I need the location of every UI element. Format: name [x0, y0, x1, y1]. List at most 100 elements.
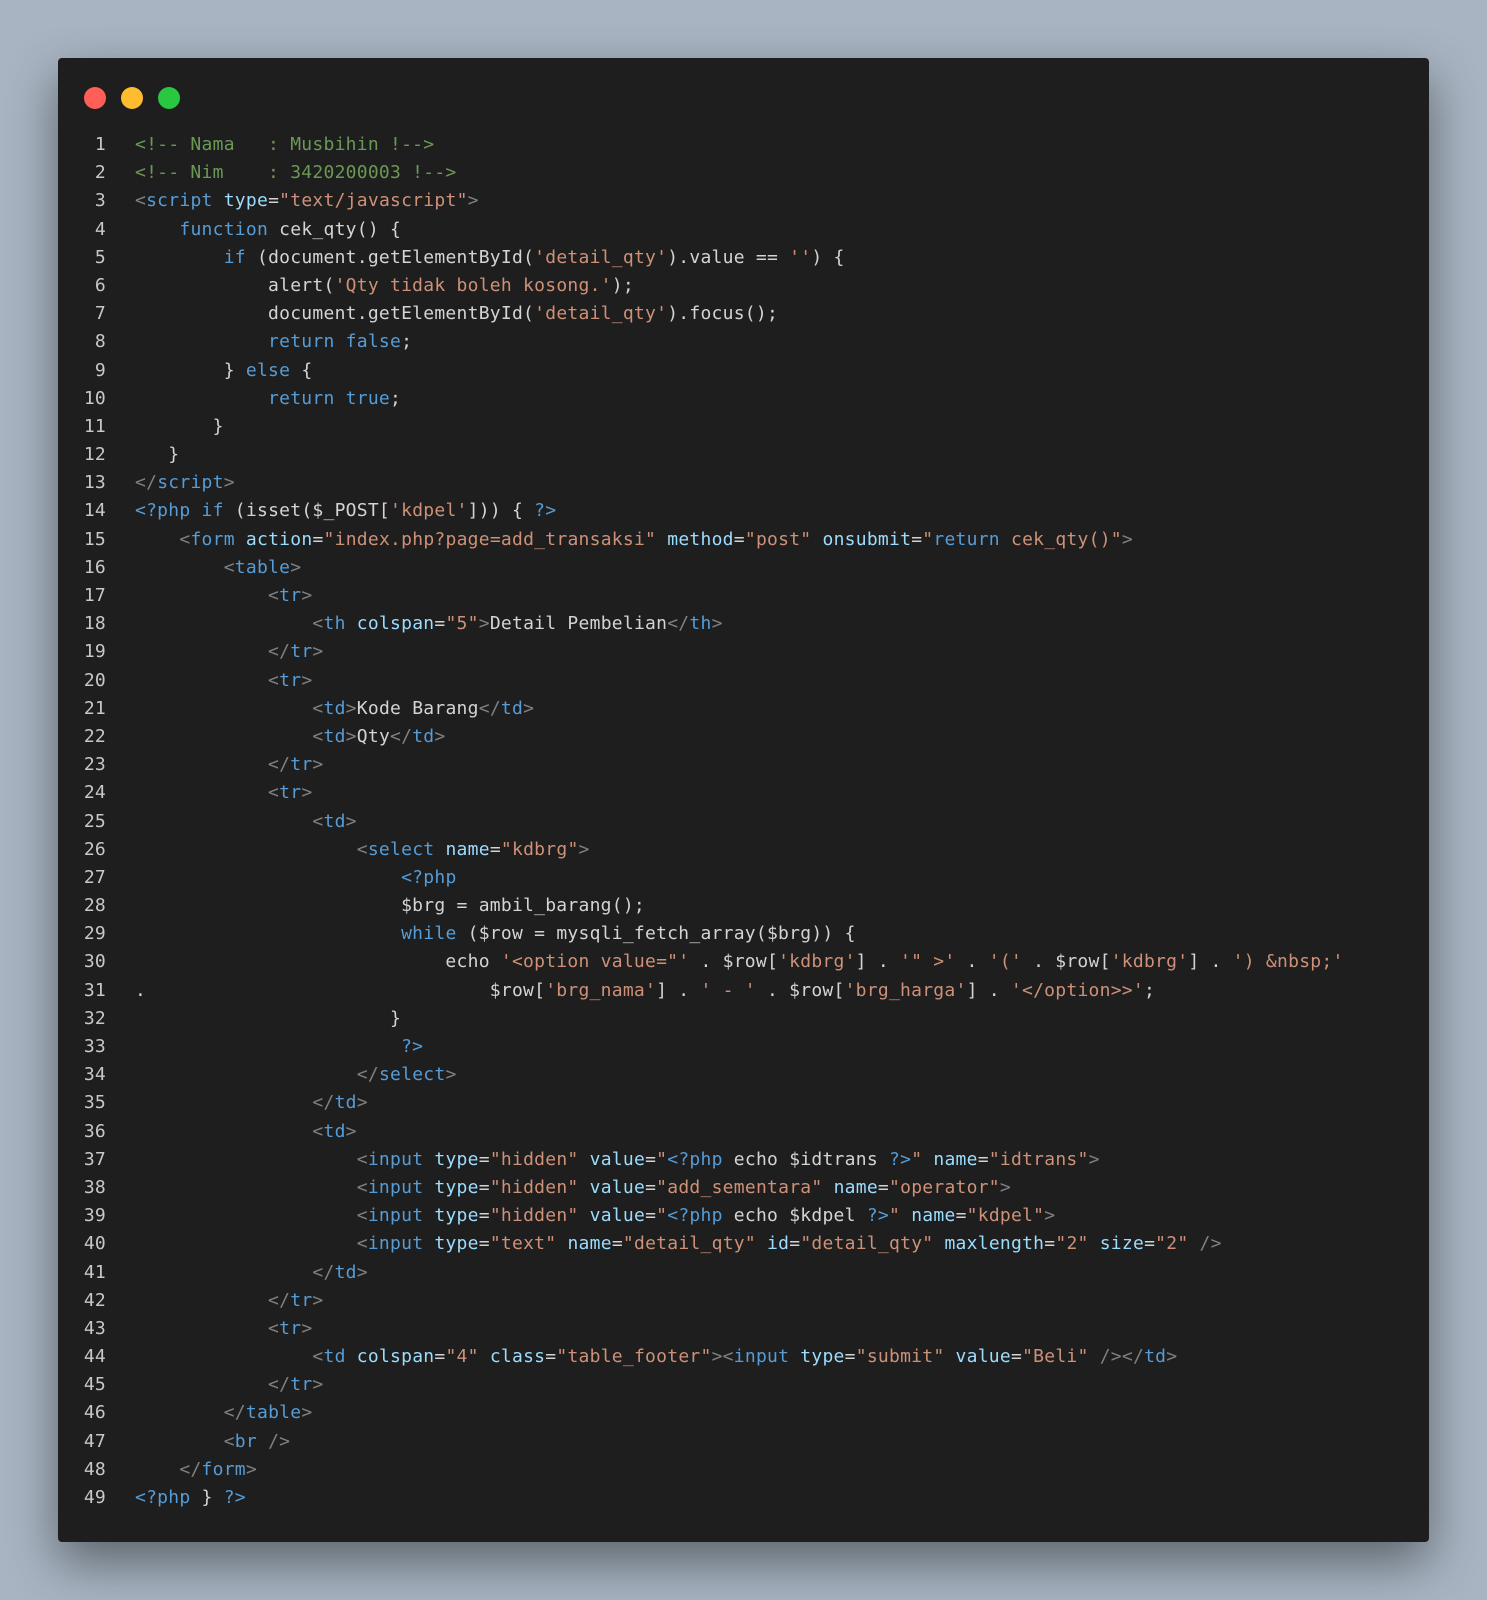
code-token: ;: [1143, 979, 1156, 1001]
line-number: 11: [83, 415, 106, 437]
code-token: =: [645, 1176, 657, 1198]
code-line: 33 ?>: [58, 1033, 1429, 1061]
code-token: return: [268, 331, 335, 353]
line-number: 16: [83, 556, 106, 578]
code-text: . $row['brg_nama'] . ' - ' . $row['brg_h…: [135, 977, 1155, 1005]
code-token: =: [911, 528, 923, 550]
code-token: ><: [711, 1346, 734, 1368]
code-token: <: [356, 1233, 368, 1255]
code-token: >: [312, 754, 324, 776]
code-text: <input type="hidden" value="<?php echo $…: [135, 1146, 1100, 1174]
code-token: "Beli": [1022, 1346, 1089, 1368]
line-number: 19: [83, 641, 106, 663]
code-token: tr: [290, 754, 313, 776]
code-token: </: [135, 472, 158, 494]
code-token: =: [478, 1233, 490, 1255]
code-token: ($row = mysqli_fetch_array($brg)) {: [456, 923, 856, 945]
code-token: <: [312, 1346, 324, 1368]
code-token: else: [245, 359, 291, 381]
code-text: <td>Qty</td>: [135, 723, 446, 751]
code-token: th: [689, 613, 712, 635]
code-text: </tr>: [135, 638, 324, 666]
line-number: 40: [83, 1233, 106, 1255]
code-text: <input type="text" name="detail_qty" id=…: [135, 1230, 1222, 1258]
maximize-dot-icon[interactable]: [158, 87, 180, 109]
code-token: "kdpel": [966, 1205, 1045, 1227]
minimize-dot-icon[interactable]: [121, 87, 143, 109]
code-token: ).value ==: [667, 246, 790, 268]
line-number: 2: [94, 162, 106, 184]
code-token: >: [1088, 1148, 1100, 1170]
code-text: while ($row = mysqli_fetch_array($brg)) …: [135, 920, 856, 948]
code-line: 19 </tr>: [58, 638, 1429, 666]
code-token: input: [367, 1205, 424, 1227]
code-token: 'kdpel': [390, 500, 468, 522]
code-text: <?php } ?>: [135, 1484, 246, 1512]
line-number: 12: [83, 444, 106, 466]
code-line: 17 <tr>: [58, 582, 1429, 610]
code-line: 32 }: [58, 1005, 1429, 1033]
line-number: 3: [94, 190, 106, 212]
code-token: "table_footer": [556, 1346, 712, 1368]
code-token: "post": [744, 528, 812, 550]
code-text: </tr>: [135, 751, 324, 779]
code-text: <tr>: [135, 582, 312, 610]
code-token: form: [201, 1458, 246, 1480]
code-line: 27 <?php: [58, 864, 1429, 892]
code-token: "submit": [855, 1346, 945, 1368]
line-number: 42: [83, 1289, 106, 1311]
code-token: td: [1144, 1346, 1167, 1368]
code-token: '</option>>': [1010, 979, 1144, 1001]
code-token: onsubmit: [822, 528, 912, 550]
code-line: 47 <br />: [58, 1428, 1429, 1456]
code-token: <: [179, 528, 191, 550]
code-token: tr: [279, 585, 302, 606]
code-token: value: [589, 1176, 646, 1198]
code-token: ) {: [811, 246, 845, 268]
code-text: </td>: [135, 1089, 368, 1117]
code-token: =: [955, 1205, 967, 1227]
line-number: 43: [83, 1317, 106, 1339]
code-token: 'kdbrg': [1110, 951, 1189, 973]
code-token: =: [478, 1176, 490, 1198]
code-token: "4": [445, 1346, 479, 1368]
code-token: =: [268, 190, 280, 212]
code-token: tr: [279, 1317, 302, 1339]
code-token: ' - ': [700, 979, 756, 1001]
code-token: while: [401, 923, 457, 945]
code-text: <table>: [135, 554, 301, 582]
code-text: if (document.getElementById('detail_qty'…: [135, 244, 845, 272]
code-token: type: [223, 190, 269, 212]
line-number: 21: [83, 697, 106, 719]
code-token: action: [245, 528, 313, 550]
code-token: name: [833, 1176, 878, 1198]
code-line: 22 <td>Qty</td>: [58, 723, 1429, 751]
line-number: 30: [83, 951, 106, 973]
code-token: >: [1166, 1346, 1178, 1368]
line-number: 29: [83, 923, 106, 945]
code-line: 2 <!-- Nim : 3420200003 !-->: [58, 159, 1429, 187]
code-token: <?php: [667, 1205, 723, 1227]
close-dot-icon[interactable]: [84, 87, 106, 109]
code-token: alert(: [135, 274, 335, 296]
line-number: 26: [83, 838, 106, 860]
code-token: />: [1199, 1233, 1222, 1255]
code-text: alert('Qty tidak boleh kosong.');: [135, 272, 634, 300]
code-token: maxlength: [944, 1233, 1045, 1255]
line-number: 38: [83, 1176, 106, 1198]
code-token: =: [434, 613, 446, 635]
